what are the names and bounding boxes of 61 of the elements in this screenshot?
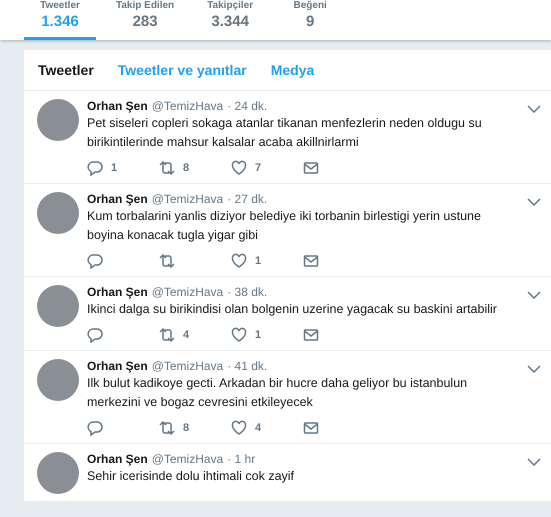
tweet-text: Kum torbalarini yanlis diziyor belediye iki torbanin birlestigi yerin ustune boyina konacak tugla yigar gibi xyxy=(87,208,482,244)
envelope-icon xyxy=(303,420,319,436)
author-name: Orhan Şen xyxy=(87,192,148,206)
envelope-icon xyxy=(303,253,319,269)
retweet-icon xyxy=(159,160,175,176)
heart-icon xyxy=(231,327,247,343)
tweet-time: · 27 dk. xyxy=(227,192,268,206)
author-handle: @TemizHava xyxy=(152,285,224,299)
retweet-button[interactable]: 8 xyxy=(159,160,231,176)
reply-icon xyxy=(87,420,103,436)
like-button[interactable]: 1 xyxy=(231,253,303,269)
reply-icon xyxy=(87,160,103,176)
reply-icon xyxy=(87,253,103,269)
author-name: Orhan Şen xyxy=(87,359,148,373)
timeline-tab[interactable]: Tweetler ve yanıtlar xyxy=(118,62,247,78)
tweet-time: · 41 dk. xyxy=(227,359,268,373)
profile-stat-tab[interactable]: Takipçiler 3.344 xyxy=(194,0,266,40)
envelope-icon xyxy=(303,160,319,176)
avatar-photo-placeholder xyxy=(37,452,79,494)
tweet-time: · 24 dk. xyxy=(227,99,268,113)
avatar-photo-placeholder xyxy=(37,99,79,141)
author-handle: @TemizHava xyxy=(152,452,224,466)
retweet-icon xyxy=(159,420,175,436)
author-handle: @TemizHava xyxy=(152,359,224,373)
author-name: Orhan Şen xyxy=(87,99,148,113)
heart-icon xyxy=(231,253,247,269)
like-button[interactable]: 4 xyxy=(231,420,303,436)
avatar-photo-placeholder xyxy=(37,192,79,234)
author-handle: @TemizHava xyxy=(152,99,224,113)
timeline-tab[interactable]: Tweetler xyxy=(38,62,94,78)
reply-button[interactable]: 1 xyxy=(87,160,159,176)
author-name: Orhan Şen xyxy=(87,285,148,299)
heart-icon xyxy=(231,160,247,176)
retweet-button[interactable]: 4 xyxy=(159,327,231,343)
avatar-photo-placeholder xyxy=(37,285,79,327)
caret-icon[interactable] xyxy=(527,365,541,373)
like-button[interactable]: 1 xyxy=(231,327,303,343)
retweet-icon xyxy=(159,327,175,343)
reply-icon xyxy=(87,327,103,343)
timeline-tab[interactable]: Medya xyxy=(270,62,314,78)
profile-stat-tab[interactable]: Takip Edilen 283 xyxy=(104,0,186,40)
author-name: Orhan Şen xyxy=(87,452,148,466)
caret-icon[interactable] xyxy=(527,198,541,206)
tweet-text: Ikinci dalga su birikindisi olan bolgenin uzerine yagacak su baskini artabilir xyxy=(87,301,498,318)
envelope-icon xyxy=(303,327,319,343)
author-handle: @TemizHava xyxy=(152,192,224,206)
profile-stat-tab[interactable]: Beğeni 9 xyxy=(274,0,346,40)
tweet-text: Sehir icerisinde dolu ihtimali cok zayif xyxy=(87,468,296,485)
tweet-time: · 1 hr xyxy=(227,452,256,466)
caret-icon[interactable] xyxy=(527,105,541,113)
like-button[interactable]: 7 xyxy=(231,160,303,176)
heart-icon xyxy=(231,420,247,436)
caret-icon[interactable] xyxy=(527,458,541,466)
tweet-time: · 38 dk. xyxy=(227,285,268,299)
profile-stat-tab[interactable]: Tweetler 1.346 xyxy=(24,0,96,40)
tweet-text: Ilk bulut kadikoye gecti. Arkadan bir hucre daha geliyor bu istanbulun merkezini ve bogaz cevresini etkileyecek xyxy=(87,375,468,411)
tweet-text: Pet siseleri copleri sokaga atanlar tikanan menfezlerin neden oldugu su birikintilerinde mahsur kalsalar acaba akillnirlarmi xyxy=(87,115,483,151)
retweet-icon xyxy=(159,253,175,269)
caret-icon[interactable] xyxy=(527,291,541,299)
avatar-photo-placeholder xyxy=(37,359,79,401)
retweet-button[interactable]: 8 xyxy=(159,420,231,436)
